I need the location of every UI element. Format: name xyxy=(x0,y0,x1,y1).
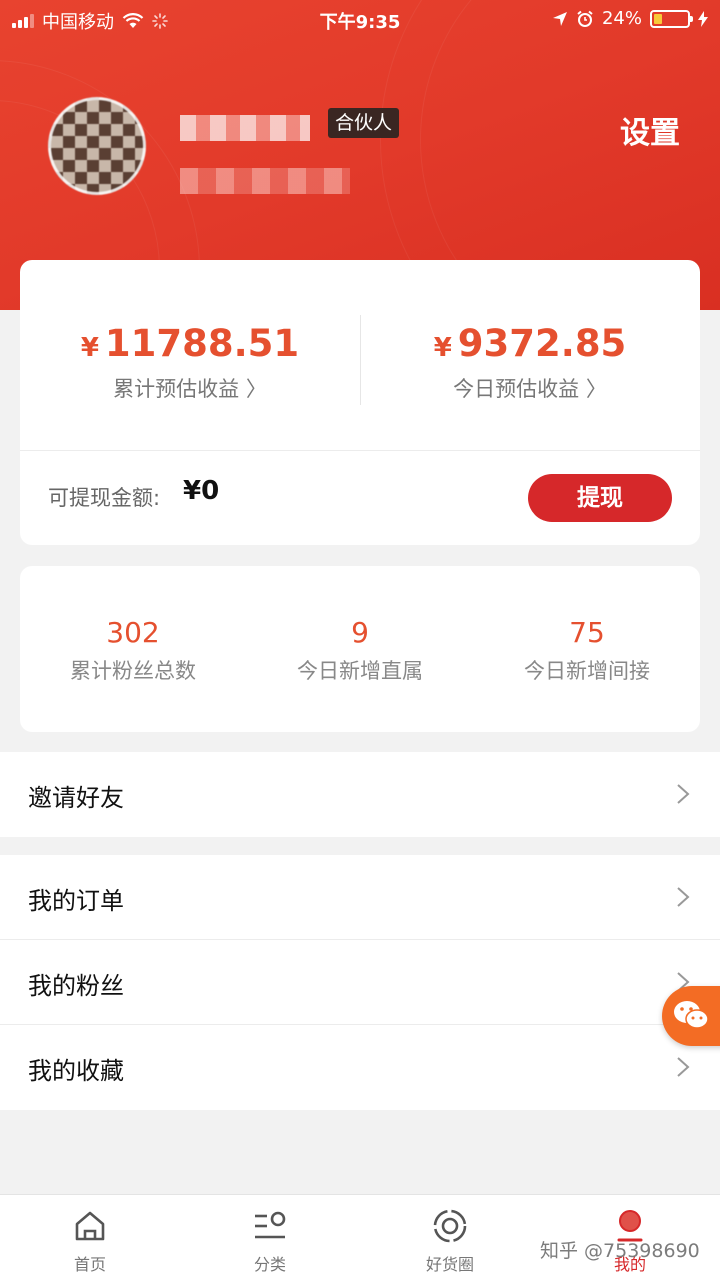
category-icon xyxy=(255,1211,286,1239)
menu-item-orders[interactable]: 我的订单 xyxy=(0,855,720,940)
today-earnings-label: 今日预估收益 〉 xyxy=(453,377,607,401)
today-earnings-amount: ¥9372.85 xyxy=(433,322,627,365)
tab-home[interactable]: 首页 xyxy=(0,1207,180,1275)
withdrawable-label: 可提现金额: xyxy=(48,486,161,510)
goods-circle-icon xyxy=(433,1209,467,1243)
fans-stat-label: 今日新增间接 xyxy=(524,659,650,683)
watermark: 知乎 @75398690 xyxy=(540,1240,700,1262)
charging-icon xyxy=(698,10,708,27)
status-bar: 中国移动 下午9:35 24% xyxy=(0,0,720,38)
chevron-right-icon xyxy=(677,1057,690,1077)
fans-stats-card: 302 累计粉丝总数 9 今日新增直属 75 今日新增间接 xyxy=(20,566,700,732)
user-id-redacted xyxy=(180,168,350,194)
location-icon xyxy=(552,11,567,26)
tab-label: 分类 xyxy=(253,1255,286,1274)
account-menu-group: 我的订单 我的粉丝 我的收藏 xyxy=(0,855,720,1110)
fans-stat-label: 今日新增直属 xyxy=(297,659,423,683)
fans-stat-value: 302 xyxy=(106,616,160,649)
tab-goods-circle[interactable]: 好货圈 xyxy=(360,1207,540,1275)
total-earnings-amount: ¥11788.51 xyxy=(80,322,300,365)
wechat-icon xyxy=(674,1001,709,1029)
menu-item-label: 邀请好友 xyxy=(28,784,124,812)
avatar[interactable] xyxy=(48,97,146,195)
divider xyxy=(20,450,700,451)
menu-item-invite[interactable]: 邀请好友 xyxy=(0,752,720,837)
tab-label: 首页 xyxy=(73,1255,106,1274)
menu-item-fans[interactable]: 我的粉丝 xyxy=(0,940,720,1025)
menu-item-favorites[interactable]: 我的收藏 xyxy=(0,1025,720,1110)
fans-stat-value: 9 xyxy=(351,616,369,649)
menu-item-label: 我的收藏 xyxy=(28,1057,124,1085)
tab-label: 好货圈 xyxy=(425,1255,474,1274)
battery-percent: 24% xyxy=(601,8,642,29)
settings-button[interactable]: 设置 xyxy=(620,108,680,152)
fans-stat-direct[interactable]: 9 今日新增直属 xyxy=(247,616,473,685)
total-earnings[interactable]: ¥11788.51 累计预估收益 〉 xyxy=(20,322,360,403)
home-icon xyxy=(75,1211,105,1241)
nickname-redacted xyxy=(180,115,310,141)
today-earnings[interactable]: ¥9372.85 今日预估收益 〉 xyxy=(360,322,700,403)
fans-stat-indirect[interactable]: 75 今日新增间接 xyxy=(474,616,700,685)
total-earnings-label: 累计预估收益 〉 xyxy=(113,377,267,401)
withdrawable-amount: ¥0 xyxy=(183,476,220,506)
fans-stat-label: 累计粉丝总数 xyxy=(70,659,196,683)
wechat-float-button[interactable] xyxy=(662,986,720,1046)
invite-group: 邀请好友 xyxy=(0,752,720,837)
tab-category[interactable]: 分类 xyxy=(180,1207,360,1275)
earnings-card: ¥11788.51 累计预估收益 〉 ¥9372.85 今日预估收益 〉 可提现… xyxy=(20,260,700,545)
fans-stat-total[interactable]: 302 累计粉丝总数 xyxy=(20,616,246,685)
partner-badge: 合伙人 xyxy=(328,108,400,138)
alarm-icon xyxy=(577,10,593,27)
chevron-right-icon xyxy=(677,784,690,804)
menu-item-label: 我的订单 xyxy=(28,887,124,915)
menu-item-label: 我的粉丝 xyxy=(28,972,124,1000)
chevron-right-icon xyxy=(677,887,690,907)
fans-stat-value: 75 xyxy=(569,616,605,649)
withdraw-button[interactable]: 提现 xyxy=(528,474,672,522)
battery-icon xyxy=(650,9,693,28)
